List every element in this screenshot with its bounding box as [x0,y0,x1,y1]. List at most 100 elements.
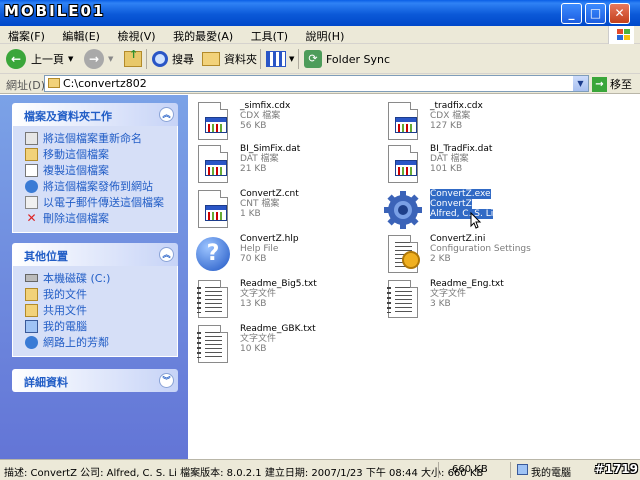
minimize-button[interactable]: _ [561,3,582,24]
db-file-icon [384,145,422,185]
file-item[interactable]: _tradfix.cdx CDX 檔案 127 KB [384,100,584,144]
folders-button[interactable]: 資料夾 [202,47,257,71]
file-type: 文字文件 [240,289,277,299]
file-name: ConvertZ.exe [430,189,491,199]
maximize-button[interactable]: □ [585,3,606,24]
file-item[interactable]: BI_SimFix.dat DAT 檔案 21 KB [194,143,394,187]
db-file-icon [384,102,422,142]
file-tasks-header[interactable]: 檔案及資料夾工作 ︽ [12,103,178,126]
file-item[interactable]: ConvertZ.ini Configuration Settings 2 KB [384,233,584,277]
file-type: CNT 檔案 [240,199,280,209]
back-arrow-icon: ← [6,49,26,69]
globe-icon [25,179,38,193]
task-label: 將這個檔案重新命名 [43,132,142,145]
task-label: 將這個檔案發佈到網站 [43,180,153,193]
collapse-chevron-icon[interactable]: ︽ [159,247,174,262]
views-dropdown-icon[interactable]: ▼ [289,55,294,63]
file-size: 70 KB [240,254,267,264]
task-label: 移動這個檔案 [43,148,109,161]
file-size: 21 KB [240,164,267,174]
forward-button[interactable]: → ▼ [84,47,113,71]
file-name: ConvertZ.cnt [240,189,299,199]
task-publish[interactable]: 將這個檔案發佈到網站 [25,178,177,194]
address-dropdown-icon[interactable]: ▼ [573,76,588,91]
task-label: 複製這個檔案 [43,164,109,177]
menu-help[interactable]: 說明(H) [298,26,351,44]
go-button[interactable]: → 移至 [592,76,632,92]
task-move[interactable]: 移動這個檔案 [25,146,177,162]
file-name: Readme_GBK.txt [240,324,316,334]
forward-dropdown-icon[interactable]: ▼ [108,55,113,63]
delete-x-icon: ✕ [26,210,37,225]
search-button[interactable]: 搜尋 [152,47,194,71]
file-item-selected[interactable]: ConvertZ.exe ConvertZ Alfred, C. S. Li [384,188,584,232]
folders-label: 資料夾 [224,53,257,66]
views-button[interactable]: ▼ [266,47,294,71]
forward-arrow-icon: → [84,49,104,69]
task-label: 以電子郵件傳送這個檔案 [43,196,164,209]
go-arrow-icon: → [592,76,607,92]
up-folder-icon: ↑ [124,48,142,67]
place-label: 我的電腦 [43,320,87,333]
settings-file-icon [384,235,422,275]
notepad-icon [194,280,232,320]
address-input[interactable]: C:\convertz802 ▼ [44,75,589,92]
file-item[interactable]: Readme_Big5.txt 文字文件 13 KB [194,278,394,322]
file-item[interactable]: _simfix.cdx CDX 檔案 56 KB [194,100,394,144]
drive-icon [25,274,38,282]
menu-view[interactable]: 檢視(V) [109,26,161,44]
task-pane: 檔案及資料夾工作 ︽ 將這個檔案重新命名 移動這個檔案 複製這個檔案 將這個檔案… [0,95,188,459]
collapse-chevron-icon[interactable]: ︽ [159,107,174,122]
place-label: 共用文件 [43,304,87,317]
back-button[interactable]: ← 上一頁 ▼ [6,47,73,71]
db-file-icon [194,145,232,185]
task-delete[interactable]: ✕ 刪除這個檔案 [25,210,177,226]
file-name: Readme_Eng.txt [430,279,504,289]
menu-tools[interactable]: 工具(T) [243,26,294,44]
sync-icon: ⟳ [304,50,322,68]
gear-icon [384,190,422,230]
file-size: 10 KB [240,344,267,354]
windows-flag-icon [608,26,634,44]
computer-icon [517,464,528,475]
address-value: C:\convertz802 [63,77,147,90]
file-item[interactable]: BI_TradFix.dat DAT 檔案 101 KB [384,143,584,187]
task-rename[interactable]: 將這個檔案重新命名 [25,130,177,146]
details-header[interactable]: 詳細資料 ︾ [12,369,178,392]
file-size: 3 KB [430,299,451,309]
db-file-icon [194,190,232,230]
other-places-panel: 其他位置 ︽ 本機磁碟 (C:) 我的文件 共用文件 我的電腦 網路上的芳鄰 [12,243,178,357]
file-list: _simfix.cdx CDX 檔案 56 KB _tradfix.cdx CDX 檔… [188,95,640,459]
file-type: CDX 檔案 [240,111,281,121]
place-shared-documents[interactable]: 共用文件 [25,302,177,318]
place-my-computer[interactable]: 我的電腦 [25,318,177,334]
file-item[interactable]: Readme_Eng.txt 文字文件 3 KB [384,278,584,322]
status-description: 描述: ConvertZ 公司: Alfred, C. S. Li 檔案版本: … [4,468,484,479]
close-button[interactable]: ✕ [609,3,630,24]
status-bar: 描述: ConvertZ 公司: Alfred, C. S. Li 檔案版本: … [0,459,640,480]
copy-icon [25,163,38,177]
views-icon [266,51,286,67]
up-folder-button[interactable]: ↑ [124,47,142,71]
network-icon [25,335,38,349]
file-type: 文字文件 [240,334,277,344]
folder-sync-button[interactable]: ⟳ Folder Sync [304,47,390,71]
other-places-header[interactable]: 其他位置 ︽ [12,243,178,266]
email-icon [25,195,38,209]
file-item[interactable]: ConvertZ.cnt CNT 檔案 1 KB [194,188,394,232]
back-dropdown-icon[interactable]: ▼ [68,55,73,63]
menu-edit[interactable]: 編輯(E) [54,26,106,44]
place-local-disk[interactable]: 本機磁碟 (C:) [25,270,177,286]
expand-chevron-icon[interactable]: ︾ [159,373,174,388]
place-network[interactable]: 網路上的芳鄰 [25,334,177,350]
task-email[interactable]: 以電子郵件傳送這個檔案 [25,194,177,210]
menu-file[interactable]: 檔案(F) [0,26,51,44]
file-tasks-title: 檔案及資料夾工作 [24,110,112,123]
file-item[interactable]: ? ConvertZ.hlp Help File 70 KB [194,233,394,277]
rename-icon [25,131,38,145]
task-copy[interactable]: 複製這個檔案 [25,162,177,178]
place-my-documents[interactable]: 我的文件 [25,286,177,302]
file-item[interactable]: Readme_GBK.txt 文字文件 10 KB [194,323,394,367]
menu-favorites[interactable]: 我的最愛(A) [165,26,239,44]
file-type: CDX 檔案 [430,111,471,121]
